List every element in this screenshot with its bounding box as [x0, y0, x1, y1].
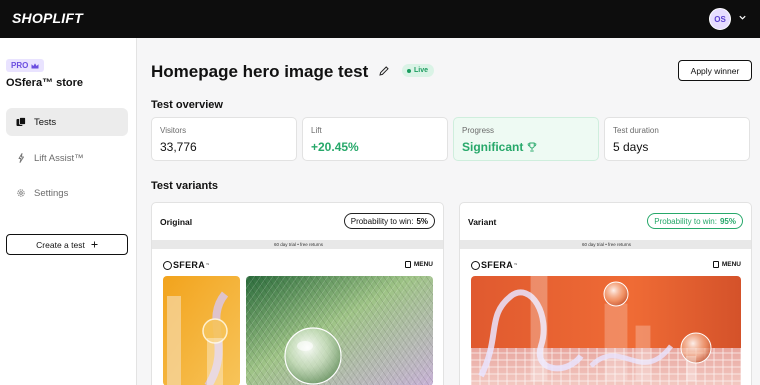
page-title: Homepage hero image test: [151, 62, 369, 81]
stat-value: 33,776: [160, 140, 197, 154]
hero-image-original: [163, 276, 433, 385]
main-content: Homepage hero image test Live Apply winn…: [137, 38, 760, 385]
sparkle-icon: [16, 153, 26, 163]
logo-o-icon: [471, 260, 480, 270]
trophy-icon: [527, 142, 537, 152]
shoplift-logo[interactable]: SHOPLIFT: [12, 10, 83, 26]
variant-preview: 60 day trial • free returns SFERA ™ MENU: [152, 240, 443, 385]
site-logo: SFERA ™: [471, 260, 518, 270]
site-menu: MENU: [712, 261, 741, 268]
pro-badge: PRO: [6, 59, 45, 72]
probability-label: Probability to win:: [654, 216, 717, 226]
live-dot-icon: [407, 68, 411, 73]
variant-name: Original: [160, 217, 193, 227]
promo-bar: 60 day trial • free returns: [460, 240, 751, 249]
pro-badge-label: PRO: [11, 61, 29, 70]
crown-icon: [31, 62, 39, 68]
duration-value: 5 days: [613, 140, 649, 154]
variant-card-variant[interactable]: Variant Probability to win: 95% 60 day t…: [459, 202, 752, 385]
lift-value: +20.45%: [311, 140, 359, 154]
stat-label: Progress: [462, 126, 495, 135]
status-badge: Live: [402, 64, 435, 77]
plus-icon: [91, 241, 98, 248]
variant-card-original[interactable]: Original Probability to win: 5% 60 day t…: [151, 202, 444, 385]
variant-name: Variant: [468, 217, 497, 227]
probability-pill: Probability to win: 95%: [647, 213, 743, 229]
status-label: Live: [414, 67, 429, 74]
probability-label: Probability to win:: [350, 216, 414, 226]
site-logo-text: SFERA: [173, 260, 206, 270]
sidebar-item-settings[interactable]: Settings: [6, 179, 128, 207]
stat-label: Test duration: [613, 126, 659, 135]
stat-value: Significant: [462, 140, 537, 154]
probability-pill: Probability to win: 5%: [343, 213, 435, 229]
bag-icon: [712, 261, 719, 268]
tests-icon: [16, 117, 26, 127]
create-test-button[interactable]: Create a test: [6, 234, 128, 255]
bag-icon: [404, 261, 411, 268]
progress-value: Significant: [462, 140, 524, 154]
site-logo-text: SFERA: [481, 260, 514, 270]
trademark: ™: [514, 263, 518, 267]
sidebar-item-lift-assist[interactable]: Lift Assist™: [6, 144, 128, 172]
stat-label: Visitors: [160, 126, 187, 135]
stat-card-duration: Test duration 5 days: [604, 117, 750, 161]
pencil-icon[interactable]: [378, 65, 390, 77]
sidebar-item-label: Settings: [34, 187, 69, 199]
trademark: ™: [206, 263, 210, 267]
stat-label: Lift: [311, 126, 322, 135]
store-name: OSfera™ store: [6, 77, 84, 89]
sidebar: PRO OSfera™ store Tests Lift Assist™ Set…: [0, 38, 137, 385]
hero-image-variant: [471, 276, 741, 385]
test-overview-heading: Test overview: [151, 99, 223, 111]
chevron-down-icon[interactable]: [738, 13, 747, 22]
menu-label: MENU: [413, 261, 433, 268]
stat-card-progress: Progress Significant: [453, 117, 599, 161]
test-variants-heading: Test variants: [151, 180, 219, 192]
user-avatar[interactable]: OS: [709, 8, 731, 30]
variant-preview: 60 day trial • free returns SFERA ™ MENU: [460, 240, 751, 385]
stat-value: +20.45%: [311, 140, 359, 154]
create-test-label: Create a test: [36, 239, 85, 250]
stat-card-visitors: Visitors 33,776: [151, 117, 297, 161]
logo-o-icon: [163, 260, 172, 270]
gear-icon: [16, 188, 26, 198]
visitors-value: 33,776: [160, 140, 197, 154]
menu-label: MENU: [721, 261, 741, 268]
site-menu: MENU: [404, 261, 433, 268]
apply-winner-button[interactable]: Apply winner: [678, 60, 752, 81]
sidebar-item-tests[interactable]: Tests: [6, 108, 128, 136]
stat-value: 5 days: [613, 140, 648, 154]
probability-value: 95%: [719, 216, 736, 226]
site-logo: SFERA ™: [163, 260, 210, 270]
top-bar: SHOPLIFT OS: [0, 0, 760, 38]
sidebar-item-label: Tests: [34, 116, 57, 128]
promo-bar: 60 day trial • free returns: [152, 240, 443, 249]
sidebar-item-label: Lift Assist™: [34, 152, 84, 164]
stat-card-lift: Lift +20.45%: [302, 117, 448, 161]
probability-value: 5%: [416, 216, 428, 226]
